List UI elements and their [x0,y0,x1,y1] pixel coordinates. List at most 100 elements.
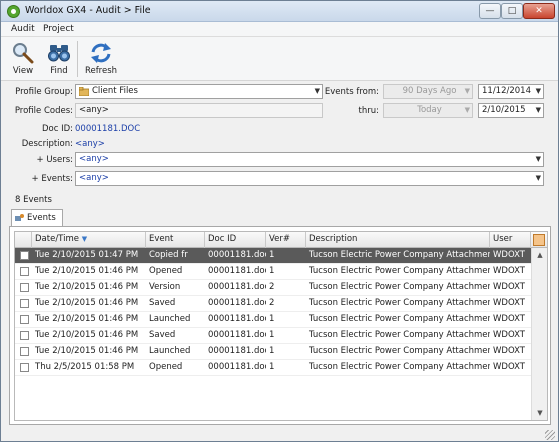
cell-datetime: Tue 2/10/2015 01:46 PM [35,266,139,276]
folder-icon [78,86,90,97]
column-header-event[interactable]: Event [146,232,205,248]
events-panel: Date/Time ▼ Event Doc ID Ver# Descriptio… [9,226,551,425]
profile-group-label: Profile Group: [15,87,73,97]
menu-project[interactable]: Project [43,24,74,34]
window-title: Worldox GX4 - Audit > File [25,5,151,16]
cell-datetime: Tue 2/10/2015 01:46 PM [35,314,139,324]
row-checkbox[interactable] [20,315,29,324]
toolbar-separator [77,41,78,77]
find-label: Find [50,66,68,76]
row-checkbox[interactable] [20,347,29,356]
users-label[interactable]: + Users: [5,155,74,165]
cell-docid: 00001181.doc [208,330,266,340]
chevron-down-icon: ▼ [535,174,541,182]
row-checkbox[interactable] [20,283,29,292]
cell-version: 1 [269,362,275,372]
thru-label: thru: [358,106,379,116]
view-button[interactable]: View [5,39,41,79]
cell-description: Tucson Electric Power Company Attachment… [309,346,490,356]
column-header-label: Date/Time [35,234,79,244]
tab-events[interactable]: Events [11,209,63,226]
events-label[interactable]: + Events: [5,174,73,184]
profile-codes-field[interactable]: <any> [75,103,323,118]
column-chooser-icon[interactable] [533,234,545,246]
events-select[interactable]: <any> ▼ [75,171,544,186]
events-grid: Date/Time ▼ Event Doc ID Ver# Descriptio… [14,231,548,421]
column-header-docid[interactable]: Doc ID [205,232,266,248]
row-checkbox[interactable] [20,251,29,260]
cell-description: Tucson Electric Power Company Attachment… [309,250,490,260]
row-checkbox[interactable] [20,299,29,308]
chevron-down-icon: ▼ [464,106,470,114]
column-header-version[interactable]: Ver# [266,232,306,248]
menu-audit[interactable]: Audit [11,24,35,34]
users-select[interactable]: <any> ▼ [75,152,544,167]
cell-description: Tucson Electric Power Company Attachment… [309,298,490,308]
events-from-preset-select: 90 Days Ago ▼ [383,84,473,99]
cell-datetime: Tue 2/10/2015 01:46 PM [35,346,139,356]
column-header-datetime[interactable]: Date/Time ▼ [32,232,146,248]
app-window: Worldox GX4 - Audit > File — □ ✕ Audit P… [0,0,559,442]
vertical-scrollbar[interactable]: ▲ ▼ [531,248,547,420]
cell-event: Launched [149,314,191,324]
profile-group-value: Client Files [92,86,138,96]
scroll-down-icon[interactable]: ▼ [532,406,547,420]
table-row[interactable]: Tue 2/10/2015 01:46 PM Saved 00001181.doc 2… [15,296,531,312]
column-header-description[interactable]: Description [306,232,490,248]
cell-event: Opened [149,266,183,276]
profile-group-select[interactable]: Client Files ▼ [75,84,323,99]
table-row[interactable]: Thu 2/5/2015 01:58 PM Opened 00001181.doc 1… [15,360,531,376]
cell-event: Saved [149,330,176,340]
cell-event: Version [149,282,181,292]
refresh-icon [89,42,113,64]
cell-datetime: Tue 2/10/2015 01:46 PM [35,282,139,292]
description-label: Description: [21,139,73,149]
minimize-button[interactable]: — [479,3,501,19]
cell-user: WDOXT [493,266,525,276]
column-header-user[interactable]: User [490,232,531,248]
events-from-date-picker[interactable]: 11/12/2014 ▼ [478,84,544,99]
checkbox-column-header [15,232,32,248]
row-checkbox[interactable] [20,363,29,372]
chevron-down-icon: ▼ [464,87,470,95]
cell-version: 2 [269,298,275,308]
cell-docid: 00001181.doc [208,250,266,260]
close-button[interactable]: ✕ [523,3,555,19]
cell-datetime: Thu 2/5/2015 01:58 PM [35,362,135,372]
find-button[interactable]: Find [41,39,77,79]
refresh-button[interactable]: Refresh [83,39,119,79]
resize-grip-icon[interactable] [545,430,555,440]
thru-date-picker[interactable]: 2/10/2015 ▼ [478,103,544,118]
view-label: View [12,66,34,76]
scroll-up-icon[interactable]: ▲ [532,248,547,262]
cell-event: Saved [149,298,176,308]
cell-user: WDOXT [493,282,525,292]
table-row[interactable]: Tue 2/10/2015 01:46 PM Saved 00001181.doc 1… [15,328,531,344]
table-row[interactable]: Tue 2/10/2015 01:47 PM Copied fr 00001181.… [15,248,531,264]
row-checkbox[interactable] [20,331,29,340]
events-value: <any> [79,173,109,183]
maximize-button[interactable]: □ [501,3,523,19]
sort-descending-icon: ▼ [81,235,88,243]
events-from-date-value: 11/12/2014 [482,86,531,96]
chevron-down-icon: ▼ [535,155,541,163]
table-row[interactable]: Tue 2/10/2015 01:46 PM Opened 00001181.doc… [15,264,531,280]
cell-datetime: Tue 2/10/2015 01:46 PM [35,330,139,340]
row-checkbox[interactable] [20,267,29,276]
description-value[interactable]: <any> [75,139,105,149]
cell-docid: 00001181.doc [208,282,266,292]
doc-id-link[interactable]: 00001181.DOC [75,124,140,134]
table-row[interactable]: Tue 2/10/2015 01:46 PM Launched 00001181.d… [15,312,531,328]
cell-description: Tucson Electric Power Company Attachment… [309,282,490,292]
cell-docid: 00001181.doc [208,362,266,372]
cell-user: WDOXT [493,314,525,324]
chevron-down-icon: ▼ [535,106,541,114]
cell-datetime: Tue 2/10/2015 01:47 PM [35,250,139,260]
cell-docid: 00001181.doc [208,346,266,356]
table-row[interactable]: Tue 2/10/2015 01:46 PM Version 00001181.do… [15,280,531,296]
magnifier-icon [11,42,35,64]
cell-description: Tucson Electric Power Company Attachment… [309,330,490,340]
cell-user: WDOXT [493,346,525,356]
profile-codes-value: <any> [79,105,109,115]
table-row[interactable]: Tue 2/10/2015 01:46 PM Launched 00001181.d… [15,344,531,360]
